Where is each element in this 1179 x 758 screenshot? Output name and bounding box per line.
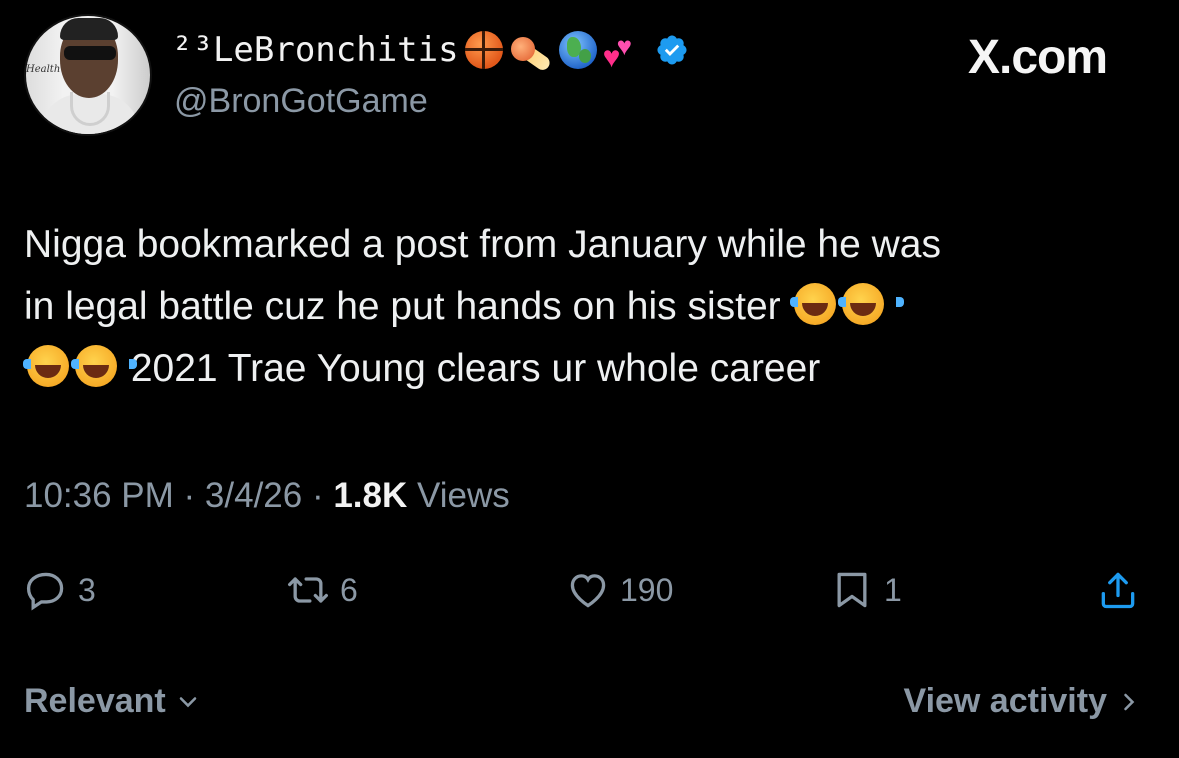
repost-icon	[288, 577, 328, 603]
chevron-right-icon	[1124, 693, 1135, 710]
share-button[interactable]	[1096, 562, 1140, 618]
heart-icon	[570, 574, 606, 608]
reply-button[interactable]: 3	[24, 562, 96, 618]
reply-icon	[26, 572, 64, 611]
tweet-line-1: Nigga bookmarked a post from January whi…	[24, 223, 941, 266]
laughing-tears-icon	[790, 283, 857, 325]
avatar-cap	[60, 18, 118, 40]
bookmark-count: 1	[884, 571, 902, 608]
avatar-caption: Health	[26, 64, 61, 75]
basketball-icon	[464, 31, 503, 69]
laughing-tears-icon	[838, 283, 905, 325]
sort-replies-dropdown[interactable]: Relevant	[24, 682, 202, 721]
x-logo: X.com	[968, 31, 1108, 84]
like-count: 190	[620, 571, 674, 608]
tweet-text: Nigga bookmarked a post from January whi…	[23, 214, 1164, 400]
chevron-down-icon	[179, 696, 197, 707]
like-button[interactable]: 190	[566, 562, 673, 618]
tweet-line-2: in legal battle cuz he put hands on his …	[24, 276, 1164, 338]
sort-label: Relevant	[24, 682, 166, 720]
laughing-tears-icon	[71, 345, 137, 387]
view-activity-link[interactable]: View activity	[904, 682, 1144, 721]
share-icon	[1101, 572, 1135, 609]
view-activity-label: View activity	[903, 682, 1108, 720]
tweet-line-2-text: in legal battle cuz he put hands on his …	[24, 285, 781, 328]
meta-separator: ·	[173, 476, 205, 515]
repost-count: 6	[340, 571, 358, 608]
meta-separator: ·	[302, 476, 334, 515]
display-name[interactable]: ²³LeBronchitis	[172, 30, 459, 70]
comet-icon	[509, 31, 553, 73]
tweet-meta: 10:36 PM · 3/4/26 · 1.8K Views	[24, 476, 510, 516]
views-count: 1.8K	[333, 476, 408, 515]
author-name-row[interactable]: ²³LeBronchitis ♥ ♥	[172, 28, 689, 74]
tweet-line-3: 2021 Trae Young clears ur whole career	[23, 338, 1164, 400]
reply-count: 3	[78, 571, 96, 608]
two-hearts-icon: ♥ ♥	[602, 31, 633, 74]
views-label: Views	[407, 476, 510, 515]
bookmark-button[interactable]: 1	[830, 562, 902, 618]
globe-icon	[558, 31, 597, 69]
author-handle[interactable]: @BronGotGame	[174, 82, 428, 121]
avatar-glasses	[64, 46, 116, 60]
verified-badge-icon	[657, 35, 687, 65]
laughing-tears-icon	[23, 345, 89, 387]
bookmark-icon	[837, 572, 867, 608]
tweet-time[interactable]: 10:36 PM	[24, 476, 174, 515]
action-bar: 3 6 190 1	[0, 562, 1179, 618]
tweet-line-3-text: 2021 Trae Young clears ur whole career	[130, 347, 821, 390]
tweet-date[interactable]: 3/4/26	[205, 476, 302, 515]
repost-button[interactable]: 6	[286, 562, 358, 618]
avatar[interactable]: Health	[24, 14, 152, 136]
